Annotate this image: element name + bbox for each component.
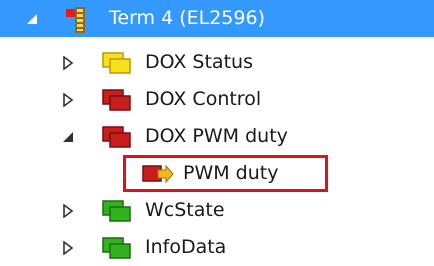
red-output-group-icon — [102, 126, 132, 153]
tree-item-dox-status[interactable]: DOX Status — [0, 44, 434, 81]
collapsed-triangle-icon[interactable] — [60, 92, 76, 108]
tree-item-infodata[interactable]: InfoData — [0, 229, 434, 266]
red-output-group-icon — [102, 89, 132, 116]
tree-item-dox-pwm-duty[interactable]: DOX PWM duty — [0, 118, 434, 155]
highlight-box — [123, 155, 328, 192]
tree-item-label: WcState — [145, 199, 225, 221]
tree-item-label: InfoData — [145, 236, 227, 258]
tree-item-label: DOX PWM duty — [145, 125, 288, 147]
expanded-triangle-icon[interactable] — [60, 129, 76, 145]
device-tree: Term 4 (EL2596) DOX Status DOX Control D… — [0, 0, 434, 262]
green-group-icon — [102, 237, 132, 264]
terminal-icon — [61, 5, 95, 40]
yellow-input-group-icon — [102, 52, 132, 79]
expanded-triangle-icon[interactable] — [24, 11, 40, 27]
collapsed-triangle-icon[interactable] — [60, 203, 76, 219]
tree-item-term-4[interactable]: Term 4 (EL2596) — [0, 0, 434, 37]
collapsed-triangle-icon[interactable] — [60, 240, 76, 256]
tree-item-label: DOX Status — [145, 51, 253, 73]
green-group-icon — [102, 200, 132, 227]
tree-item-dox-control[interactable]: DOX Control — [0, 81, 434, 118]
tree-item-label: Term 4 (EL2596) — [109, 7, 265, 29]
tree-item-wcstate[interactable]: WcState — [0, 192, 434, 229]
collapsed-triangle-icon[interactable] — [60, 55, 76, 71]
tree-item-label: DOX Control — [145, 88, 262, 110]
